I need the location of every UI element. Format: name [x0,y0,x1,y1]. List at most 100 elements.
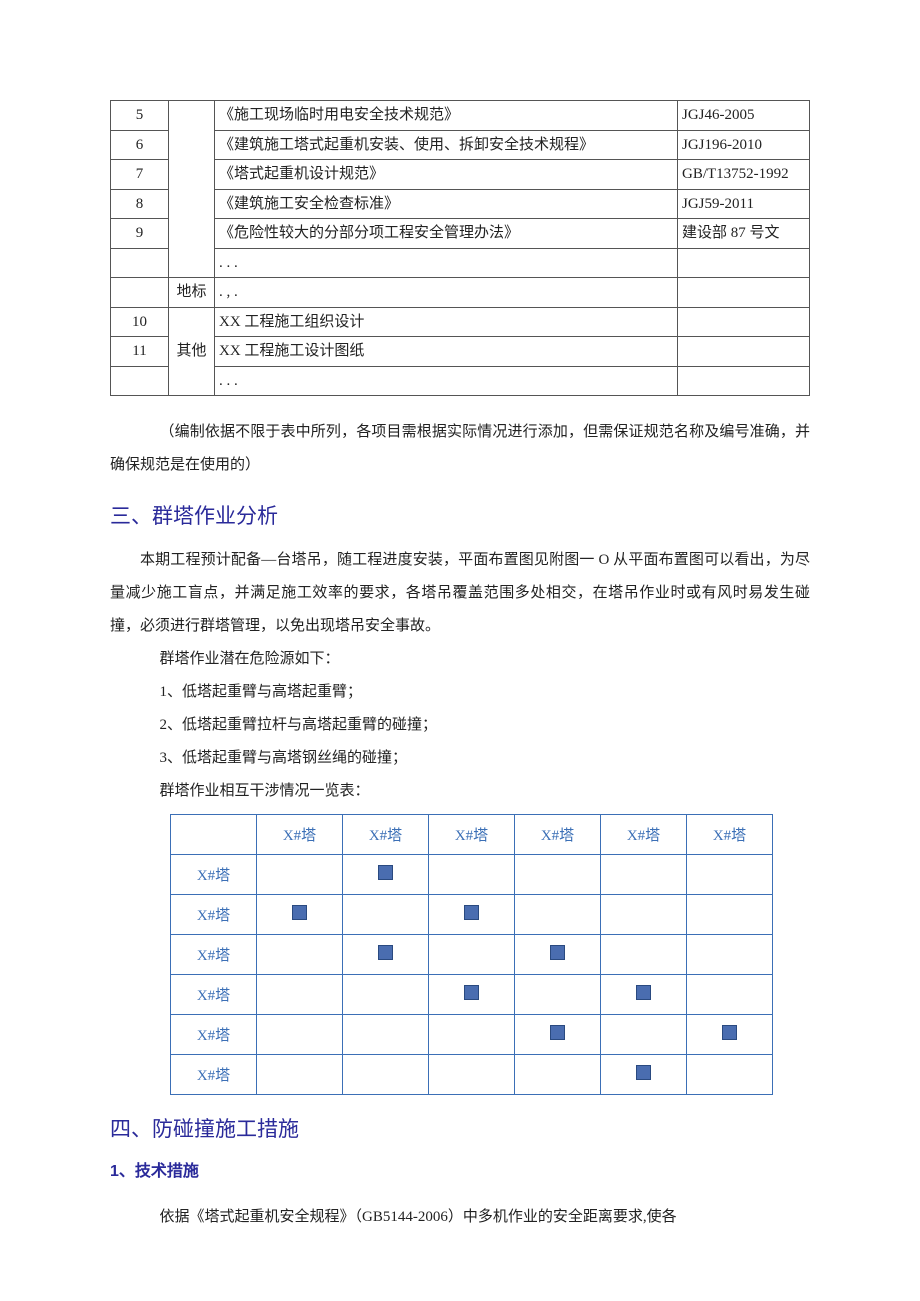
matrix-cell [343,935,429,975]
table-standard-name: XX 工程施工组织设计 [215,307,678,337]
matrix-cell [257,935,343,975]
table-standard-code [678,337,810,367]
matrix-row-header: X#塔 [171,1055,257,1095]
table-standard-code [678,307,810,337]
interference-matrix: X#塔X#塔X#塔X#塔X#塔X#塔 X#塔X#塔X#塔X#塔X#塔X#塔 [170,814,773,1095]
interference-mark-icon [550,1025,565,1040]
interference-mark-icon [464,905,479,920]
interference-mark-icon [722,1025,737,1040]
subsection-1-para: 依据《塔式起重机安全规程》（GB5144-2006）中多机作业的安全距离要求,使… [110,1201,810,1234]
interference-mark-icon [636,1065,651,1080]
table-standard-name: . . . [215,366,678,396]
matrix-col-header: X#塔 [429,815,515,855]
matrix-cell [429,855,515,895]
matrix-row-header: X#塔 [171,855,257,895]
table-standard-code: JGJ59-2011 [678,189,810,219]
matrix-cell [687,935,773,975]
matrix-cell [257,895,343,935]
matrix-cell [601,1055,687,1095]
table-row-index: 5 [111,101,169,131]
table-standard-code [678,278,810,308]
table-standard-name: 《塔式起重机设计规范》 [215,160,678,190]
matrix-row-header: X#塔 [171,975,257,1015]
matrix-cell [687,855,773,895]
interference-mark-icon [292,905,307,920]
hazard-item-2: 2、低塔起重臂拉杆与高塔起重臂的碰撞； [110,709,810,742]
table-standard-code [678,366,810,396]
matrix-cell [687,1015,773,1055]
hazard-intro: 群塔作业潜在危险源如下： [110,643,810,676]
table-category-cell: 其他 [169,307,215,396]
matrix-cell [257,1055,343,1095]
matrix-cell [687,975,773,1015]
hazard-item-3: 3、低塔起重臂与高塔钢丝绳的碰撞； [110,742,810,775]
matrix-col-header: X#塔 [257,815,343,855]
matrix-cell [601,855,687,895]
interference-mark-icon [550,945,565,960]
table-row-index: 11 [111,337,169,367]
section-3-para: 本期工程预计配备—台塔吊，随工程进度安装，平面布置图见附图一 O 从平面布置图可… [110,544,810,643]
matrix-row-header: X#塔 [171,895,257,935]
section-3-title: 三、群塔作业分析 [110,500,810,530]
matrix-cell [429,1015,515,1055]
matrix-cell [429,935,515,975]
table-standard-name: 《施工现场临时用电安全技术规范》 [215,101,678,131]
matrix-cell [343,975,429,1015]
interference-mark-icon [636,985,651,1000]
matrix-col-header: X#塔 [687,815,773,855]
section-4-title: 四、防碰撞施工措施 [110,1113,810,1143]
table-standard-name: 《建筑施工安全检查标准》 [215,189,678,219]
matrix-intro: 群塔作业相互干涉情况一览表： [110,775,810,808]
table-row-index: 7 [111,160,169,190]
matrix-cell [257,975,343,1015]
matrix-cell [601,935,687,975]
table-standard-code: GB/T13752-1992 [678,160,810,190]
table-standard-code: JGJ46-2005 [678,101,810,131]
matrix-cell [343,1055,429,1095]
matrix-cell [429,975,515,1015]
matrix-cell [257,1015,343,1055]
matrix-cell [601,1015,687,1055]
matrix-corner-cell [171,815,257,855]
matrix-cell [257,855,343,895]
table-standard-name: 《建筑施工塔式起重机安装、使用、拆卸安全技术规程》 [215,130,678,160]
hazard-item-1: 1、低塔起重臂与高塔起重臂； [110,676,810,709]
matrix-cell [687,895,773,935]
compilation-note: （编制依据不限于表中所列，各项目需根据实际情况进行添加，但需保证规范名称及编号准… [110,416,810,482]
table-standard-name: XX 工程施工设计图纸 [215,337,678,367]
matrix-col-header: X#塔 [601,815,687,855]
table-standard-code: JGJ196-2010 [678,130,810,160]
table-row-index: 10 [111,307,169,337]
matrix-cell [343,855,429,895]
matrix-row-header: X#塔 [171,935,257,975]
table-row-index [111,278,169,308]
matrix-col-header: X#塔 [343,815,429,855]
table-row-index [111,366,169,396]
matrix-cell [343,1015,429,1055]
matrix-cell [515,1015,601,1055]
matrix-cell [515,895,601,935]
table-row-index: 6 [111,130,169,160]
table-standard-name: . , . [215,278,678,308]
matrix-cell [343,895,429,935]
matrix-cell [429,895,515,935]
table-standard-name: . . . [215,248,678,278]
interference-mark-icon [378,945,393,960]
matrix-row-header: X#塔 [171,1015,257,1055]
matrix-cell [515,935,601,975]
table-standard-code: 建设部 87 号文 [678,219,810,249]
matrix-cell [687,1055,773,1095]
compilation-basis-table: 5 《施工现场临时用电安全技术规范》JGJ46-2005 6 《建筑施工塔式起重机安装… [110,100,810,396]
table-row-index: 8 [111,189,169,219]
table-standard-code [678,248,810,278]
table-category-cell [169,101,215,278]
matrix-col-header: X#塔 [515,815,601,855]
interference-mark-icon [378,865,393,880]
matrix-cell [515,1055,601,1095]
matrix-cell [601,895,687,935]
table-row-index [111,248,169,278]
interference-mark-icon [464,985,479,1000]
subsection-1-title: 1、技术措施 [110,1157,810,1181]
matrix-cell [515,975,601,1015]
matrix-cell [601,975,687,1015]
